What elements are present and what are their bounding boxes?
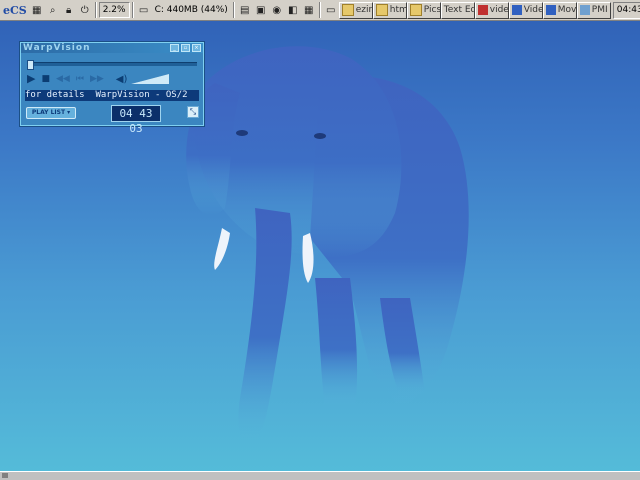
cpu-load-indicator: 2.2% — [98, 2, 130, 18]
printer-icon[interactable]: ▣ — [254, 3, 268, 17]
monitor-icon[interactable]: ▭ — [324, 3, 338, 17]
maximize-icon[interactable]: ▫ — [181, 44, 190, 52]
taskbar-clock[interactable]: 04:43:03 am — [612, 1, 640, 19]
drive-icon: ▭ — [138, 4, 149, 16]
folder-icon — [375, 4, 388, 16]
taskbar-separator — [131, 2, 134, 18]
task-movie[interactable]: Mov — [542, 1, 577, 19]
tools-icon[interactable]: ▦ — [30, 3, 44, 17]
files-icon[interactable]: ▦ — [302, 3, 316, 17]
player-titlebar[interactable]: WarpVision _ ▫ × — [21, 43, 203, 53]
window-list-icon[interactable]: ▤ — [238, 3, 252, 17]
task-label: PMI — [591, 4, 608, 15]
forward-icon[interactable]: ▶▶ — [90, 73, 104, 85]
video-icon — [511, 5, 522, 15]
task-label: Mov — [557, 4, 577, 15]
volume-slider[interactable] — [131, 74, 170, 84]
seek-handle[interactable] — [27, 60, 34, 70]
folder-icon — [409, 4, 422, 16]
lock-icon[interactable]: 🔒︎ — [62, 3, 76, 17]
marquee-display: for details WarpVision - OS/2 — [25, 90, 199, 101]
resize-grip-icon[interactable]: ⤡ — [187, 106, 199, 118]
video-icon — [477, 5, 488, 15]
movie-icon — [545, 5, 556, 15]
task-ezir[interactable]: ezir — [338, 1, 373, 19]
volume-icon[interactable]: ◀) — [116, 74, 128, 85]
bottom-scrollbar[interactable] — [0, 471, 640, 480]
task-text-editor[interactable]: Text Ed — [440, 1, 475, 19]
task-label: Text Ed — [443, 4, 475, 15]
task-video-1[interactable]: vide — [474, 1, 509, 19]
taskbar: eCS ▦ ⌕ 🔒︎ ⏻ 2.2% ▭ C: 440MB (44%) ▤ ▣ ◉… — [0, 0, 640, 21]
task-label: Pics — [423, 4, 441, 15]
task-htm[interactable]: htm — [372, 1, 407, 19]
close-icon[interactable]: × — [192, 44, 201, 52]
task-label: vide — [489, 4, 509, 15]
task-pmi[interactable]: PMI — [576, 1, 611, 19]
task-label: Vide — [523, 4, 543, 15]
seek-bar[interactable] — [27, 60, 197, 70]
prev-icon[interactable]: ⏮ — [76, 73, 84, 85]
search-icon[interactable]: ⌕ — [46, 3, 60, 17]
task-label: htm — [389, 4, 407, 15]
task-video-2[interactable]: Vide — [508, 1, 543, 19]
elephant-wallpaper — [186, 46, 469, 444]
taskbar-separator — [94, 2, 97, 18]
player-title: WarpVision — [23, 43, 91, 53]
image-icon — [579, 5, 590, 15]
power-icon[interactable]: ⏻ — [78, 3, 92, 17]
playlist-label: PLAY LIST — [31, 109, 66, 116]
folder-icon — [341, 4, 354, 16]
drive-space-indicator: C: 440MB (44%) — [151, 3, 231, 17]
play-icon[interactable]: ▶ — [27, 73, 35, 85]
tusk-left — [214, 228, 230, 270]
scroll-left-icon[interactable] — [2, 473, 8, 478]
playlist-button[interactable]: PLAY LIST ▾ — [26, 107, 76, 119]
task-pics[interactable]: Pics — [406, 1, 441, 19]
taskbar-separator — [318, 2, 321, 18]
rewind-icon[interactable]: ◀◀ — [56, 73, 70, 85]
minimize-icon[interactable]: _ — [170, 44, 179, 52]
time-display: 04 43 03 — [111, 105, 161, 135]
ecs-logo[interactable]: eCS — [3, 4, 27, 17]
stop-icon[interactable]: ■ — [41, 73, 50, 85]
taskbar-separator — [232, 2, 235, 18]
task-label: ezir — [355, 4, 373, 15]
drives-icon[interactable]: ◧ — [286, 3, 300, 17]
shutdown-icon[interactable]: ◉ — [270, 3, 284, 17]
player-controls: ▶ ■ ◀◀ ⏮ ▶▶ ◀) — [27, 72, 197, 86]
warpvision-player[interactable]: WarpVision _ ▫ × ▶ ■ ◀◀ ⏮ ▶▶ ◀) for deta… — [20, 42, 204, 135]
